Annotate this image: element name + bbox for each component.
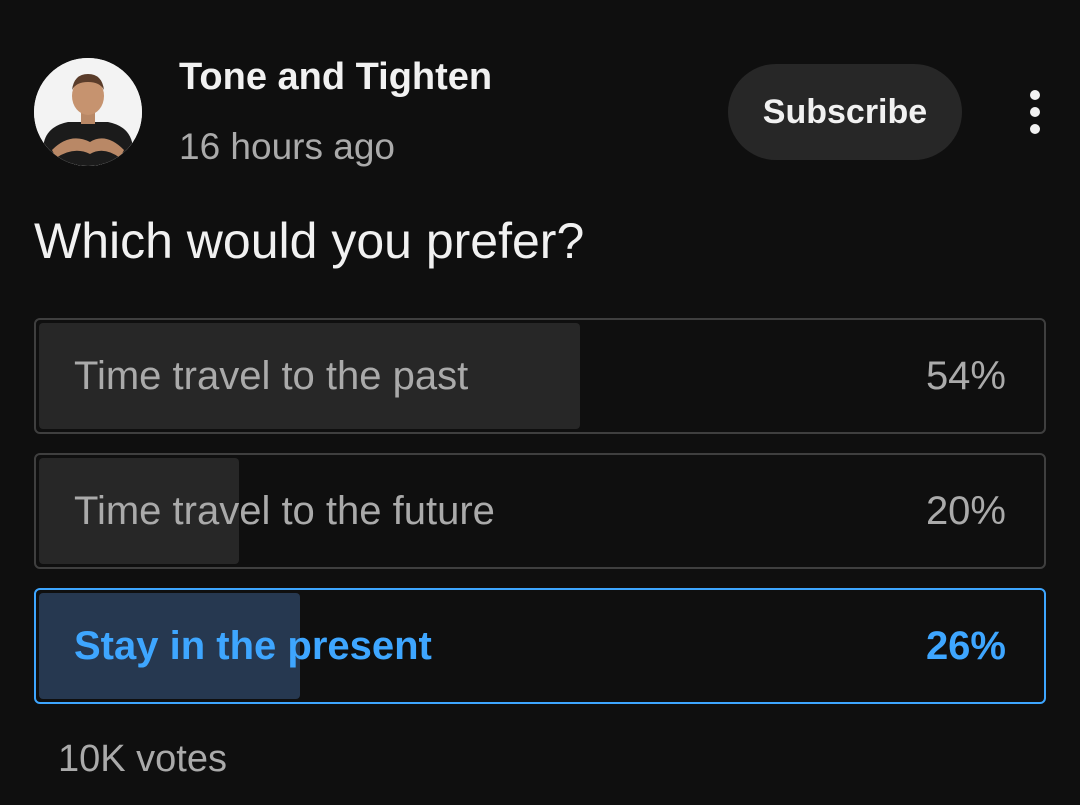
poll-option-past[interactable]: Time travel to the past 54%: [34, 318, 1046, 434]
poll-option-label: Time travel to the past: [74, 354, 469, 398]
poll-option-percent: 20%: [925, 489, 1006, 533]
avatar-photo: [34, 58, 142, 166]
poll-question: Which would you prefer?: [34, 213, 585, 269]
more-vert-icon: [1030, 90, 1040, 134]
more-options-button[interactable]: [1012, 84, 1058, 140]
subscribe-button[interactable]: Subscribe: [728, 64, 962, 160]
poll-option-percent: 54%: [925, 354, 1006, 398]
channel-avatar[interactable]: [34, 58, 142, 166]
poll-option-future[interactable]: Time travel to the future 20%: [34, 453, 1046, 569]
poll-option-percent: 26%: [925, 624, 1006, 668]
poll-option-label: Stay in the present: [74, 624, 432, 668]
channel-name[interactable]: Tone and Tighten: [179, 56, 492, 99]
post-timestamp: 16 hours ago: [179, 126, 396, 167]
poll-option-present[interactable]: Stay in the present 26%: [34, 588, 1046, 704]
vote-count: 10K votes: [58, 738, 227, 780]
poll-option-label: Time travel to the future: [74, 489, 495, 533]
